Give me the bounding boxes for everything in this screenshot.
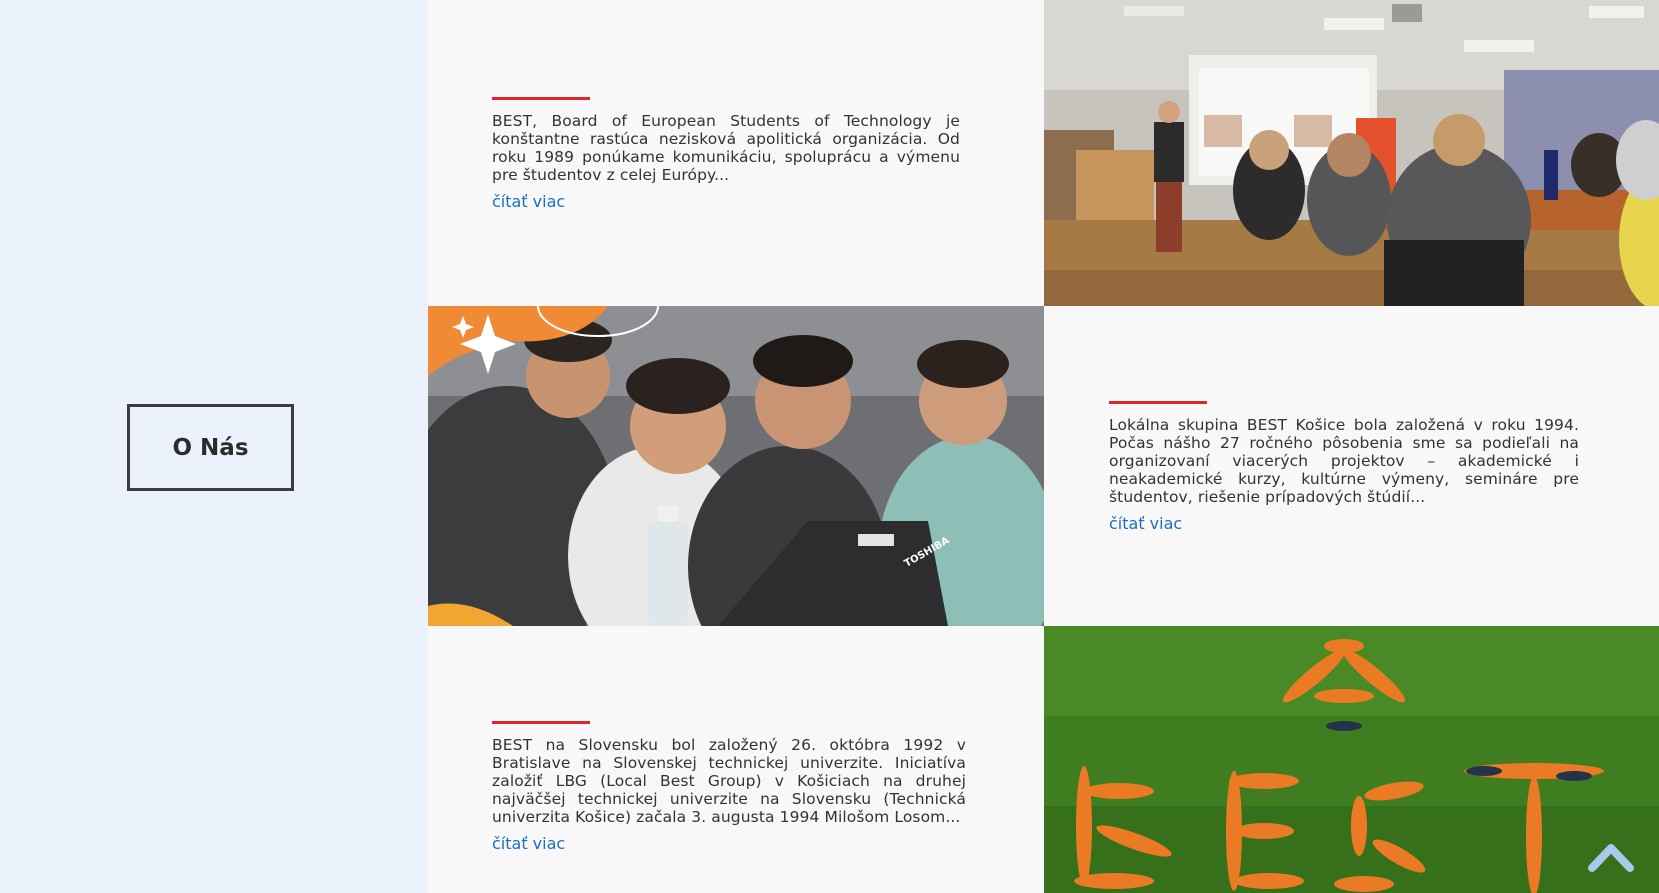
photo-seminar-room [1044,0,1659,306]
left-panel: O Nás [0,0,428,893]
accent-rule [1109,401,1207,404]
about-block-2: Lokálna skupina BEST Košice bola založen… [1044,306,1659,626]
photo-students-laptop: TOSHIBA [428,306,1044,626]
block-1-text: BEST, Board of European Students of Tech… [492,112,960,184]
block-3-text: BEST na Slovensku bol založený 26. októb… [492,736,966,826]
block-2-text: Lokálna skupina BEST Košice bola založen… [1109,416,1579,506]
photo-best-letters-grass [1044,626,1659,893]
about-block-3: BEST na Slovensku bol založený 26. októb… [428,626,1044,893]
chevron-up-icon [1588,844,1634,872]
block-3-read-more-link[interactable]: čítať viac [492,834,565,853]
block-2-read-more-link[interactable]: čítať viac [1109,514,1182,533]
scroll-to-top-button[interactable] [1588,838,1634,874]
block-1-read-more-link[interactable]: čítať viac [492,192,565,211]
accent-rule [492,97,590,100]
about-block-1: BEST, Board of European Students of Tech… [428,0,1044,306]
accent-rule [492,721,590,724]
about-button[interactable]: O Nás [127,404,294,491]
